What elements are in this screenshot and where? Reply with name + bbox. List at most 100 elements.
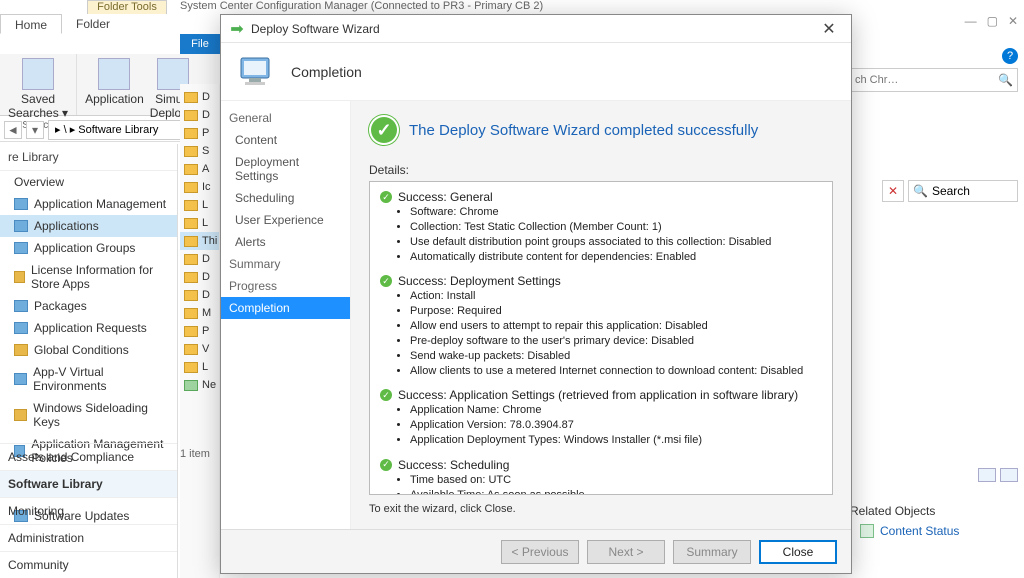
list-item[interactable]: Thi	[180, 232, 219, 250]
nav-application-groups[interactable]: Application Groups	[0, 237, 177, 259]
nav-appv[interactable]: App-V Virtual Environments	[0, 361, 177, 397]
search-icon: 🔍	[913, 184, 928, 198]
wizard-step-content[interactable]: Content	[221, 129, 350, 151]
nav-overview[interactable]: Overview	[0, 171, 177, 193]
application-icon	[98, 58, 130, 90]
view-list-icon[interactable]	[978, 468, 996, 482]
wizard-previous-button: < Previous	[501, 540, 579, 564]
list-item[interactable]: L	[180, 196, 219, 214]
nav-fwd-button[interactable]: ▾	[26, 121, 44, 139]
wizard-next-button: Next >	[587, 540, 665, 564]
completion-details-box[interactable]: ✓Success: General Software: Chrome Colle…	[369, 181, 833, 495]
list-item[interactable]: V	[180, 340, 219, 358]
list-item[interactable]: Ic	[180, 178, 219, 196]
list-item[interactable]: D	[180, 286, 219, 304]
folder-icon	[184, 182, 198, 193]
related-content-status-link[interactable]: Content Status	[850, 524, 1018, 538]
workspace-administration[interactable]: Administration	[0, 524, 178, 551]
detail-item: Use default distribution point groups as…	[410, 235, 822, 250]
wizard-close-button[interactable]: ✕	[815, 19, 843, 39]
create-application-button[interactable]: Application	[85, 58, 144, 120]
list-item[interactable]: A	[180, 160, 219, 178]
content-status-icon	[860, 524, 874, 538]
nav-global-conditions[interactable]: Global Conditions	[0, 339, 177, 361]
folder-icon	[184, 290, 198, 301]
appv-icon	[14, 373, 27, 385]
detail-item: Application Version: 78.0.3904.87	[410, 418, 822, 433]
deploy-software-wizard: ➡ Deploy Software Wizard ✕ Completion Ge…	[220, 14, 852, 574]
wizard-step-completion[interactable]: Completion	[221, 297, 350, 319]
detail-item: Send wake-up packets: Disabled	[410, 349, 822, 364]
list-item-new[interactable]: Ne	[180, 376, 219, 394]
folder-list: D D P S A Ic L L Thi D D D M P V L Ne	[180, 84, 220, 578]
clear-filter-button[interactable]: ✕	[882, 180, 904, 202]
wizard-step-progress[interactable]: Progress	[221, 275, 350, 297]
wizard-title: Deploy Software Wizard	[251, 22, 815, 36]
wizard-page-title: Completion	[291, 64, 362, 80]
nav-application-requests[interactable]: Application Requests	[0, 317, 177, 339]
related-objects-panel: Related Objects Content Status	[850, 504, 1018, 538]
nav-packages[interactable]: Packages	[0, 295, 177, 317]
workspace-community[interactable]: Community	[0, 551, 178, 578]
window-minimize-button[interactable]: —	[965, 14, 977, 28]
search-icon[interactable]: 🔍	[998, 73, 1013, 87]
nav-license-info[interactable]: License Information for Store Apps	[0, 259, 177, 295]
window-close-button[interactable]: ✕	[1008, 14, 1018, 28]
list-item[interactable]: L	[180, 214, 219, 232]
sideload-icon	[14, 409, 27, 421]
nav-sideloading-keys[interactable]: Windows Sideloading Keys	[0, 397, 177, 433]
workspace-software-library[interactable]: Software Library	[0, 470, 178, 497]
ribbon-tab-folder[interactable]: Folder	[62, 14, 124, 34]
detail-item: Purpose: Required	[410, 304, 822, 319]
detail-item: Application Deployment Types: Windows In…	[410, 433, 822, 448]
nav-application-management[interactable]: Application Management	[0, 193, 177, 215]
details-section-deployment-settings: ✓Success: Deployment Settings Action: In…	[380, 274, 822, 378]
wizard-arrow-icon: ➡	[229, 21, 245, 37]
wizard-close-button[interactable]: Close	[759, 540, 837, 564]
ribbon-tab-home[interactable]: Home	[0, 14, 62, 34]
wizard-step-alerts[interactable]: Alerts	[221, 231, 350, 253]
help-icon[interactable]: ?	[1002, 48, 1018, 64]
global-conditions-icon	[14, 344, 28, 356]
detail-item: Allow end users to attempt to repair thi…	[410, 319, 822, 334]
quick-search-box[interactable]: 🔍	[850, 68, 1018, 92]
list-item[interactable]: D	[180, 250, 219, 268]
list-item[interactable]: P	[180, 322, 219, 340]
list-item[interactable]: S	[180, 142, 219, 160]
wizard-step-summary[interactable]: Summary	[221, 253, 350, 275]
workspace-monitoring[interactable]: Monitoring	[0, 497, 178, 524]
list-item[interactable]: D	[180, 268, 219, 286]
saved-searches-button[interactable]: Saved Searches ▾	[8, 58, 68, 120]
wizard-step-user-experience[interactable]: User Experience	[221, 209, 350, 231]
nav-applications[interactable]: Applications	[0, 215, 177, 237]
detail-item: Automatically distribute content for dep…	[410, 250, 822, 265]
folder-icon	[184, 272, 198, 283]
check-icon: ✓	[380, 275, 392, 287]
saved-searches-label: Saved Searches ▾	[8, 92, 68, 120]
list-item[interactable]: P	[180, 124, 219, 142]
search-label: Search	[932, 184, 970, 198]
wizard-step-general[interactable]: General	[221, 107, 350, 129]
saved-searches-icon	[22, 58, 54, 90]
navigation-pane: re Library Overview Application Manageme…	[0, 144, 178, 578]
list-item[interactable]: M	[180, 304, 219, 322]
related-objects-header: Related Objects	[850, 504, 1018, 518]
nav-back-button[interactable]: ◄	[4, 121, 22, 139]
folder-icon	[184, 218, 198, 229]
wizard-success-headline: The Deploy Software Wizard completed suc…	[409, 122, 758, 139]
window-maximize-button[interactable]: ▢	[987, 14, 998, 28]
search-field[interactable]: 🔍 Search	[908, 180, 1018, 202]
view-details-icon[interactable]	[1000, 468, 1018, 482]
workspace-assets[interactable]: Assets and Compliance	[0, 443, 178, 470]
folder-icon	[184, 128, 198, 139]
check-icon: ✓	[380, 191, 392, 203]
list-item[interactable]: L	[180, 358, 219, 376]
exit-instruction-text: To exit the wizard, click Close.	[369, 503, 833, 515]
list-item[interactable]: D	[180, 88, 219, 106]
wizard-step-deployment-settings[interactable]: Deployment Settings	[221, 151, 350, 187]
quick-search-input[interactable]	[855, 74, 998, 86]
ribbon-file-tab[interactable]: File	[180, 34, 220, 54]
list-item[interactable]: D	[180, 106, 219, 124]
wizard-step-scheduling[interactable]: Scheduling	[221, 187, 350, 209]
app-requests-icon	[14, 322, 28, 334]
